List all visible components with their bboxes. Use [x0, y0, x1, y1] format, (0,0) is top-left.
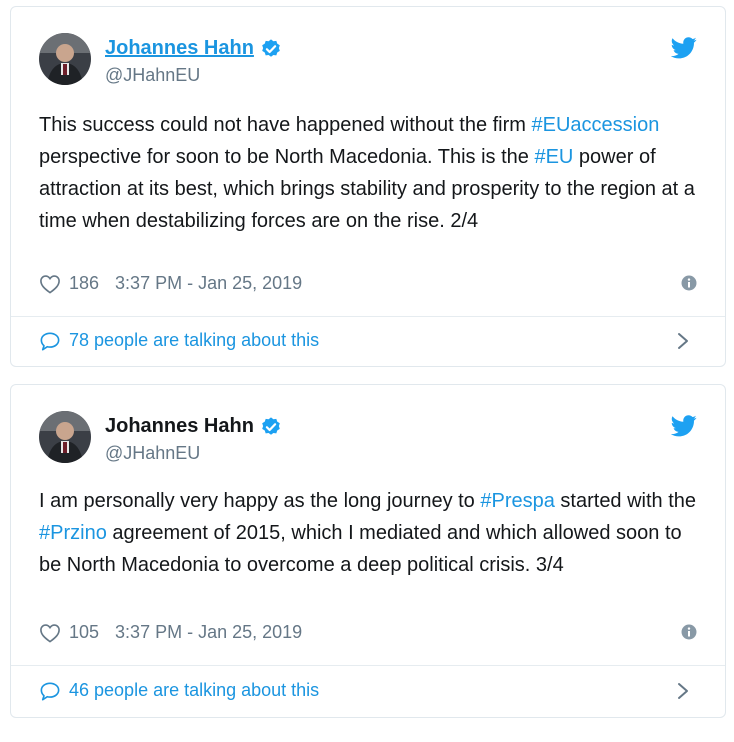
tweet-text: I am personally very happy as the long j… — [39, 485, 697, 581]
like-count[interactable]: 186 — [69, 273, 99, 294]
tweet-timestamp[interactable]: 3:37 PM - Jan 25, 2019 — [115, 622, 302, 643]
hashtag-link[interactable]: #EUaccession — [532, 114, 660, 136]
tweet-text-segment: I am personally very happy as the long j… — [39, 490, 481, 512]
chevron-right-icon[interactable] — [677, 682, 689, 700]
speech-bubble-icon — [40, 331, 60, 350]
twitter-bird-icon[interactable] — [671, 415, 697, 437]
hashtag-link[interactable]: #Przino — [39, 522, 107, 544]
conversation-count-label[interactable]: 46 people are talking about this — [69, 680, 319, 701]
heart-icon[interactable] — [39, 623, 61, 643]
conversation-count-label[interactable]: 78 people are talking about this — [69, 330, 319, 351]
author-name-row: Johannes Hahn — [105, 37, 282, 60]
tweet-text: This success could not have happened wit… — [39, 109, 697, 237]
tweet-meta: 105 3:37 PM - Jan 25, 2019 — [39, 622, 697, 643]
tweet-text-segment: perspective for soon to be North Macedon… — [39, 146, 535, 168]
author-display-name[interactable]: Johannes Hahn — [105, 37, 254, 60]
hashtag-link[interactable]: #Prespa — [480, 490, 555, 512]
author-handle[interactable]: @JHahnEU — [105, 443, 200, 464]
verified-badge-icon — [262, 38, 280, 57]
avatar[interactable] — [39, 411, 91, 463]
divider — [11, 665, 725, 666]
info-icon[interactable] — [681, 275, 697, 291]
twitter-bird-icon[interactable] — [671, 37, 697, 59]
hashtag-link[interactable]: #EU — [534, 146, 573, 168]
tweet-card[interactable]: Johannes Hahn @JHahnEU This success coul… — [10, 6, 726, 367]
info-icon[interactable] — [681, 624, 697, 640]
divider — [11, 316, 725, 317]
heart-icon[interactable] — [39, 274, 61, 294]
tweet-text-segment: started with the — [554, 490, 697, 512]
author-display-name[interactable]: Johannes Hahn — [105, 415, 254, 438]
like-count[interactable]: 105 — [69, 622, 99, 643]
author-handle[interactable]: @JHahnEU — [105, 65, 200, 86]
speech-bubble-icon — [40, 681, 60, 700]
author-name-row: Johannes Hahn — [105, 415, 282, 438]
verified-badge-icon — [262, 416, 280, 435]
conversation-link[interactable]: 46 people are talking about this — [39, 680, 697, 701]
tweet-timestamp[interactable]: 3:37 PM - Jan 25, 2019 — [115, 273, 302, 294]
tweet-meta: 186 3:37 PM - Jan 25, 2019 — [39, 273, 697, 294]
conversation-link[interactable]: 78 people are talking about this — [39, 330, 697, 351]
tweet-card[interactable]: Johannes Hahn @JHahnEU I am personally v… — [10, 384, 726, 718]
avatar[interactable] — [39, 33, 91, 85]
tweet-text-segment: This success could not have happened wit… — [39, 114, 532, 136]
tweet-text-segment: agreement of 2015, which I mediated and … — [39, 522, 682, 576]
chevron-right-icon[interactable] — [677, 332, 689, 350]
